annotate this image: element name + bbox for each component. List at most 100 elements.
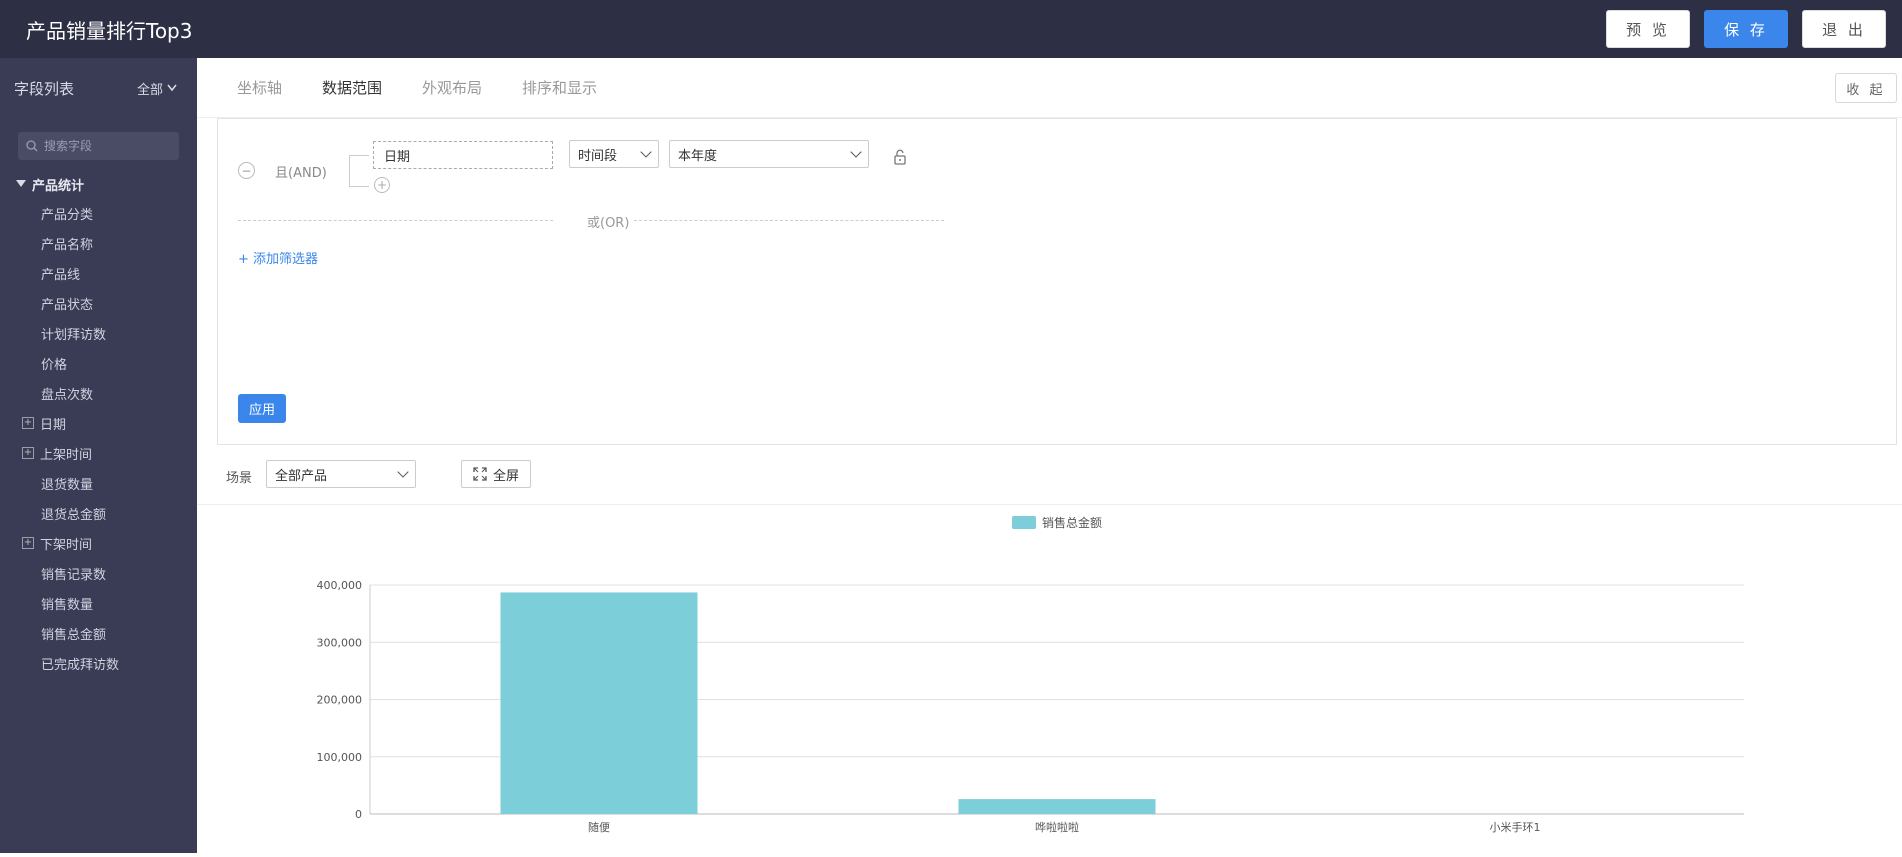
value-select[interactable]: 本年度 <box>669 140 869 168</box>
search-input[interactable] <box>44 139 174 153</box>
y-tick-label: 200,000 <box>317 694 363 707</box>
field-label: 计划拜访数 <box>41 327 107 343</box>
scene-toolbar: 场景 全部产品 全屏 <box>197 445 1902 505</box>
field-label: 产品线 <box>41 267 81 283</box>
field-label: 销售数量 <box>41 597 94 613</box>
field-label: 销售记录数 <box>41 567 107 583</box>
chart-canvas: 0 100,000 200,000 300,000 400,000 随便 哗啦啦啦 小米手环1 <box>317 579 1744 834</box>
field-group-label: 产品统计 <box>32 178 85 194</box>
field-label: 已完成拜访数 <box>41 657 120 673</box>
expand-plus-icon[interactable]: + <box>22 417 34 429</box>
field-item[interactable]: 盘点次数 <box>0 378 197 408</box>
y-tick-label: 300,000 <box>317 636 363 649</box>
or-label: 或(OR) <box>587 216 630 231</box>
filter-panel: − 且(AND) 日期 + 时间段 本年度 或(OR) + 添加筛选器 应用 <box>217 118 1897 445</box>
expand-plus-icon[interactable]: + <box>22 447 34 459</box>
save-button[interactable]: 保 存 <box>1704 10 1788 48</box>
top-bar: 产品销量排行Top3 预 览 保 存 退 出 <box>0 0 1902 58</box>
operator-select[interactable]: 时间段 <box>569 140 659 168</box>
field-label: 产品状态 <box>41 297 94 313</box>
field-label: 日期 <box>40 417 67 433</box>
main-panel: 坐标轴 数据范围 外观布局 排序和显示 收 起 − 且(AND) 日期 + 时间… <box>197 58 1902 853</box>
fullscreen-label: 全屏 <box>492 468 519 484</box>
add-filter-link[interactable]: + 添加筛选器 <box>238 248 318 267</box>
unlock-icon[interactable] <box>893 149 907 165</box>
chevron-down-icon <box>167 84 177 92</box>
field-item[interactable]: + 日期 <box>0 408 197 438</box>
y-tick-label: 400,000 <box>317 579 363 592</box>
field-item[interactable]: + 上架时间 <box>0 438 197 468</box>
condition-bracket <box>349 155 369 187</box>
search-icon <box>26 140 38 152</box>
page-title: 产品销量排行Top3 <box>26 18 193 43</box>
or-divider: 或(OR) <box>238 216 944 231</box>
field-group-toggle[interactable]: 产品统计 <box>0 170 197 198</box>
preview-button[interactable]: 预 览 <box>1606 10 1690 48</box>
field-label: 上架时间 <box>40 447 93 463</box>
tab-appearance[interactable]: 外观布局 <box>422 77 482 98</box>
scene-label: 场景 <box>226 471 253 486</box>
field-item[interactable]: 计划拜访数 <box>0 318 197 348</box>
fullscreen-button[interactable]: 全屏 <box>461 460 531 488</box>
field-item[interactable]: 产品线 <box>0 258 197 288</box>
tab-data-range[interactable]: 数据范围 <box>322 77 382 98</box>
chevron-down-icon <box>397 466 409 478</box>
and-label: 且(AND) <box>275 166 327 181</box>
field-item[interactable]: 价格 <box>0 348 197 378</box>
field-label: 下架时间 <box>40 537 93 553</box>
sidebar-title: 字段列表 <box>14 79 75 98</box>
field-item[interactable]: 退货数量 <box>0 468 197 498</box>
filter-field-date[interactable]: 日期 <box>373 141 553 169</box>
y-tick-label: 100,000 <box>317 751 363 764</box>
field-item[interactable]: 产品名称 <box>0 228 197 258</box>
field-item[interactable]: 产品分类 <box>0 198 197 228</box>
field-item[interactable]: 已完成拜访数 <box>0 648 197 678</box>
chart-legend[interactable]: 销售总金额 <box>1012 514 1102 531</box>
legend-swatch <box>1012 516 1036 529</box>
expand-icon <box>473 467 487 481</box>
chevron-down-icon <box>850 146 862 158</box>
field-item[interactable]: 销售记录数 <box>0 558 197 588</box>
exit-button[interactable]: 退 出 <box>1802 10 1886 48</box>
tab-sort-display[interactable]: 排序和显示 <box>522 77 597 98</box>
bar[interactable] <box>500 592 698 814</box>
field-search <box>18 132 179 160</box>
field-item[interactable]: 产品状态 <box>0 288 197 318</box>
legend-label: 销售总金额 <box>1042 516 1103 530</box>
field-label: 产品分类 <box>41 207 94 223</box>
scene-select[interactable]: 全部产品 <box>266 460 416 488</box>
field-filter-dropdown[interactable]: 全部 <box>137 79 177 98</box>
add-condition-button[interactable]: + <box>374 177 390 193</box>
remove-condition-button[interactable]: − <box>238 162 255 179</box>
x-tick-label: 随便 <box>588 820 610 834</box>
field-filter-label: 全部 <box>136 82 163 98</box>
chevron-down-icon <box>640 146 652 158</box>
field-list: 产品分类产品名称产品线产品状态计划拜访数价格盘点次数 + 日期 + 上架时间退货数量退货… <box>0 198 197 678</box>
field-item[interactable]: 退货总金额 <box>0 498 197 528</box>
field-item[interactable]: + 下架时间 <box>0 528 197 558</box>
field-label: 价格 <box>41 357 68 373</box>
collapse-button[interactable]: 收 起 <box>1835 73 1897 103</box>
field-item[interactable]: 销售总金额 <box>0 618 197 648</box>
apply-button[interactable]: 应用 <box>238 394 286 423</box>
field-item[interactable]: 销售数量 <box>0 588 197 618</box>
field-label: 产品名称 <box>41 237 94 253</box>
field-label: 退货数量 <box>41 477 94 493</box>
x-tick-label: 哗啦啦啦 <box>1035 820 1079 834</box>
sidebar-header: 字段列表 全部 <box>0 58 197 118</box>
operator-value: 时间段 <box>578 148 618 164</box>
expand-plus-icon[interactable]: + <box>22 537 34 549</box>
tab-axis[interactable]: 坐标轴 <box>237 77 282 98</box>
x-tick-label: 小米手环1 <box>1490 820 1541 834</box>
caret-down-icon <box>16 180 26 187</box>
value-value: 本年度 <box>678 148 718 164</box>
field-label: 退货总金额 <box>41 507 107 523</box>
bar[interactable] <box>958 799 1156 814</box>
y-tick-label: 0 <box>355 808 362 821</box>
config-tabs: 坐标轴 数据范围 外观布局 排序和显示 收 起 <box>197 58 1902 118</box>
top-actions: 预 览 保 存 退 出 <box>1606 10 1886 48</box>
field-label: 销售总金额 <box>41 627 107 643</box>
scene-value: 全部产品 <box>275 468 328 484</box>
bar-chart: 销售总金额 0 100,000 200,000 300,000 400,000 随便 哗啦啦… <box>197 506 1902 853</box>
field-sidebar: 字段列表 全部 产品统计 产品分类产品名称产品线产品状态计划拜访数价格盘点次数 +… <box>0 58 197 853</box>
